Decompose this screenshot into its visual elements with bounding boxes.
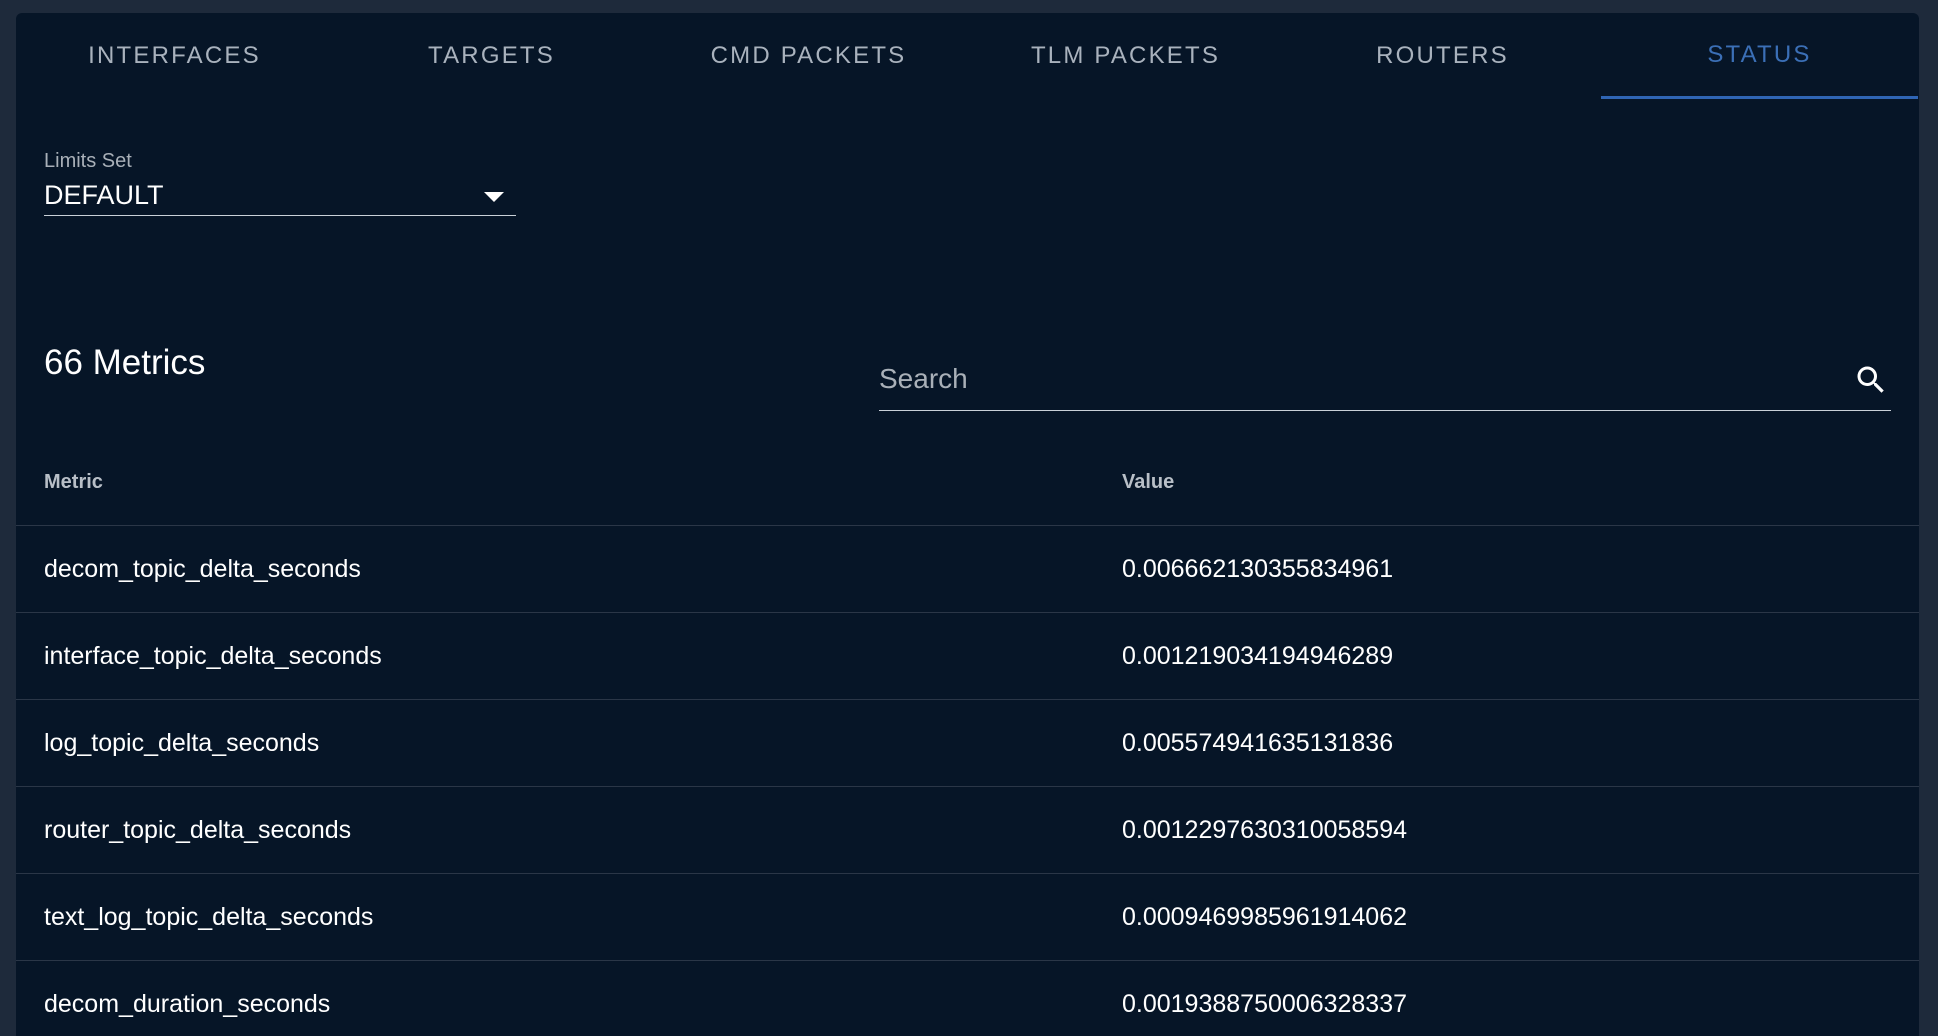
- metric-value-cell: 0.005574941635131836: [1122, 729, 1394, 757]
- metrics-count-title: 66 Metrics: [44, 343, 206, 382]
- tab-cmd-packets[interactable]: CMD PACKETS: [650, 13, 967, 99]
- metric-name-cell: log_topic_delta_seconds: [44, 729, 320, 757]
- limits-set-label: Limits Set: [44, 150, 132, 172]
- metric-value-cell: 0.001219034194946289: [1122, 642, 1394, 670]
- metric-value-cell: 0.0019388750006328337: [1122, 990, 1408, 1018]
- metric-name-cell: interface_topic_delta_seconds: [44, 642, 382, 670]
- tab-tlm-packets[interactable]: TLM PACKETS: [967, 13, 1284, 99]
- limits-set-select[interactable]: Limits Set DEFAULT: [44, 135, 516, 216]
- search-icon[interactable]: [1853, 362, 1889, 398]
- metrics-table: Metric Value decom_topic_delta_seconds 0…: [16, 443, 1919, 1036]
- column-header-metric[interactable]: Metric: [44, 471, 103, 494]
- table-row: text_log_topic_delta_seconds 0.000946998…: [16, 874, 1919, 961]
- status-card: INTERFACES TARGETS CMD PACKETS TLM PACKE…: [16, 13, 1919, 1036]
- search-field: [879, 350, 1891, 411]
- tab-bar: INTERFACES TARGETS CMD PACKETS TLM PACKE…: [16, 13, 1919, 99]
- metric-value-cell: 0.006662130355834961: [1122, 555, 1394, 583]
- table-row: decom_duration_seconds 0.001938875000632…: [16, 961, 1919, 1036]
- tab-targets[interactable]: TARGETS: [333, 13, 650, 99]
- table-row: interface_topic_delta_seconds 0.00121903…: [16, 613, 1919, 700]
- search-input[interactable]: [879, 350, 1819, 408]
- metric-name-cell: decom_topic_delta_seconds: [44, 555, 361, 583]
- table-row: decom_topic_delta_seconds 0.006662130355…: [16, 526, 1919, 613]
- metric-name-cell: decom_duration_seconds: [44, 990, 331, 1018]
- tab-interfaces[interactable]: INTERFACES: [16, 13, 333, 99]
- column-header-value[interactable]: Value: [1122, 471, 1174, 494]
- table-header: Metric Value: [16, 443, 1919, 526]
- metric-value-cell: 0.0009469985961914062: [1122, 903, 1408, 931]
- caret-down-icon[interactable]: [484, 192, 504, 202]
- limits-set-value: DEFAULT: [44, 180, 164, 210]
- table-row: log_topic_delta_seconds 0.00557494163513…: [16, 700, 1919, 787]
- metric-name-cell: text_log_topic_delta_seconds: [44, 903, 374, 931]
- table-row: router_topic_delta_seconds 0.00122976303…: [16, 787, 1919, 874]
- tab-routers[interactable]: ROUTERS: [1284, 13, 1601, 99]
- metric-name-cell: router_topic_delta_seconds: [44, 816, 352, 844]
- metric-value-cell: 0.0012297630310058594: [1122, 816, 1408, 844]
- tab-status[interactable]: STATUS: [1601, 13, 1918, 99]
